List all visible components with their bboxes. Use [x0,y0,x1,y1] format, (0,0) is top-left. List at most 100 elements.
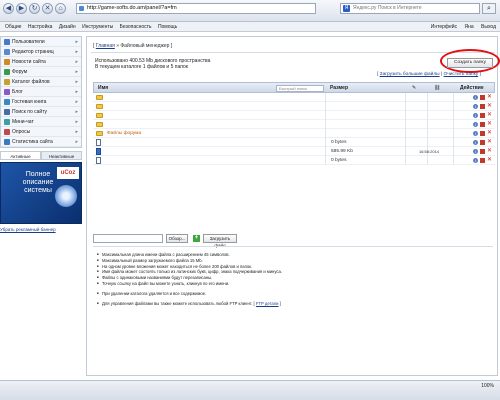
row-actions: i ✕ [473,121,493,127]
sidebar-item-label: Пользователи [12,39,45,45]
table-header: Имя Быстрый поиск Размер ✎ ⛓ Действие [93,82,495,93]
table-row[interactable]: 0 bytes i ✕ [93,138,495,147]
info-icon[interactable]: i [473,149,478,154]
table-row[interactable]: 585.99 Kb 16:58:2014 i ✕ [93,147,495,156]
row-actions: i ✕ [473,94,493,100]
ad-banner[interactable]: Полное описание системы uCoz [0,162,82,224]
sidebar-item[interactable]: Новости сайта ▸ [1,57,81,67]
table-row[interactable]: i ✕ [93,102,495,111]
file-icon [96,157,101,164]
delete-icon[interactable]: ✕ [487,103,492,109]
stop-icon[interactable]: ✕ [42,3,53,14]
table-row[interactable]: 0 bytes i ✕ [93,156,495,165]
search-button[interactable]: ⌕ [482,3,496,14]
file-size: 0 bytes [331,158,347,163]
sidebar-menu: Пользователи ▸ Редактор страниц ▸ Новости са… [0,36,82,148]
sidebar-item[interactable]: Гостевая книга ▸ [1,97,81,107]
menu-interface[interactable]: Интерфейс [431,24,457,30]
create-folder-button[interactable]: Создать папку [447,58,493,68]
forward-icon[interactable]: ▶ [16,3,27,14]
search-placeholder: Яндекс.ру Поиск в Интернете [353,5,422,11]
info-icon[interactable]: i [473,113,478,118]
menu-general[interactable]: Общие [5,24,21,30]
table-row[interactable]: i ✕ [93,120,495,129]
folder-icon [96,104,103,109]
sidebar-item[interactable]: Блог ▸ [1,87,81,97]
rename-icon[interactable] [480,95,485,100]
rename-icon[interactable] [480,149,485,154]
sidebar-item-label: Статистика сайта [12,139,53,145]
reload-icon[interactable]: ↻ [29,3,40,14]
browse-button[interactable]: Обзор... [166,234,188,243]
menu-user[interactable]: Яна [464,24,473,30]
menu-settings[interactable]: Настройка [28,24,53,30]
info-icon[interactable]: i [473,131,478,136]
rename-icon[interactable] [480,131,485,136]
table-row[interactable]: i ✕ [93,111,495,120]
zoom-level[interactable]: 100% [481,381,494,391]
file-path-input[interactable] [93,234,163,243]
folder-icon [96,122,103,127]
breadcrumb: [ Главная » Файловый менеджер ] [93,43,173,49]
delete-icon[interactable]: ✕ [487,94,492,100]
search-icon [4,109,10,115]
sidebar-item-label: Новости сайта [12,59,46,65]
file-manager-panel: [ Главная » Файловый менеджер ] Использо… [86,36,500,376]
rename-icon[interactable] [480,122,485,127]
chevron-right-icon: ▸ [75,49,78,55]
upload-button[interactable]: Загрузить файл [203,234,237,248]
table-row[interactable]: i ✕ [93,93,495,102]
info-icon[interactable]: i [473,158,478,163]
chevron-right-icon: ▸ [75,119,78,125]
sidebar-item[interactable]: Мини-чат ▸ [1,117,81,127]
menu-security[interactable]: Безопасность [120,24,152,30]
sidebar-item[interactable]: Редактор страниц ▸ [1,47,81,57]
sidebar-item[interactable]: Поиск по сайту ▸ [1,107,81,117]
search-input[interactable]: Я Яндекс.ру Поиск в Интернете [340,3,480,14]
upload-large-link[interactable]: Загрузить большие файлы [380,72,440,77]
fast-search-input[interactable]: Быстрый поиск [276,85,324,92]
delete-icon[interactable]: ✕ [487,112,492,118]
sidebar-item-label: Поиск по сайту [12,109,48,115]
sidebar-item-label: Форум [12,69,28,75]
info-icon[interactable]: i [473,104,478,109]
address-bar[interactable]: http://game-softs.do.am/panel/?a=fm [76,3,316,14]
sidebar-item[interactable]: Статистика сайта ▸ [1,137,81,147]
tab-active[interactable]: Активные [0,151,41,160]
file-name[interactable]: Файлы форума [107,129,141,138]
menu-design[interactable]: Дизайн [59,24,76,30]
rename-icon[interactable] [480,104,485,109]
menu-help[interactable]: Помощь [158,24,177,30]
row-actions: i ✕ [473,148,493,154]
info-icon[interactable]: i [473,122,478,127]
tab-inactive[interactable]: Неактивные [41,151,82,160]
clear-folder-link[interactable]: Очистить папку [444,72,479,77]
add-field-icon[interactable]: + [193,235,200,242]
home-icon[interactable]: ⌂ [55,3,66,14]
stats-icon [4,139,10,145]
rename-icon[interactable] [480,113,485,118]
sidebar-item[interactable]: Пользователи ▸ [1,37,81,47]
delete-icon[interactable]: ✕ [487,148,492,154]
sidebar-item[interactable]: Опросы ▸ [1,127,81,137]
delete-icon[interactable]: ✕ [487,121,492,127]
breadcrumb-home[interactable]: Главная [96,43,115,49]
note-ftp: Для управления файлами вы также можете и… [97,301,487,307]
table-row[interactable]: Файлы форума i ✕ [93,129,495,138]
menu-tools[interactable]: Инструменты [82,24,113,30]
delete-icon[interactable]: ✕ [487,130,492,136]
sidebar-item[interactable]: Форум ▸ [1,67,81,77]
remove-ad-link[interactable]: Убрать рекламный баннер [0,227,82,232]
menu-logout[interactable]: Выход [481,24,496,30]
sidebar-item[interactable]: Каталог файлов ▸ [1,77,81,87]
ftp-details-link[interactable]: FTP детали [256,301,279,306]
upload-divider [93,246,493,247]
info-icon[interactable]: i [473,140,478,145]
delete-icon[interactable]: ✕ [487,139,492,145]
back-icon[interactable]: ◀ [3,3,14,14]
delete-icon[interactable]: ✕ [487,157,492,163]
ad-brand: uCoz [57,167,79,179]
rename-icon[interactable] [480,140,485,145]
rename-icon[interactable] [480,158,485,163]
info-icon[interactable]: i [473,95,478,100]
